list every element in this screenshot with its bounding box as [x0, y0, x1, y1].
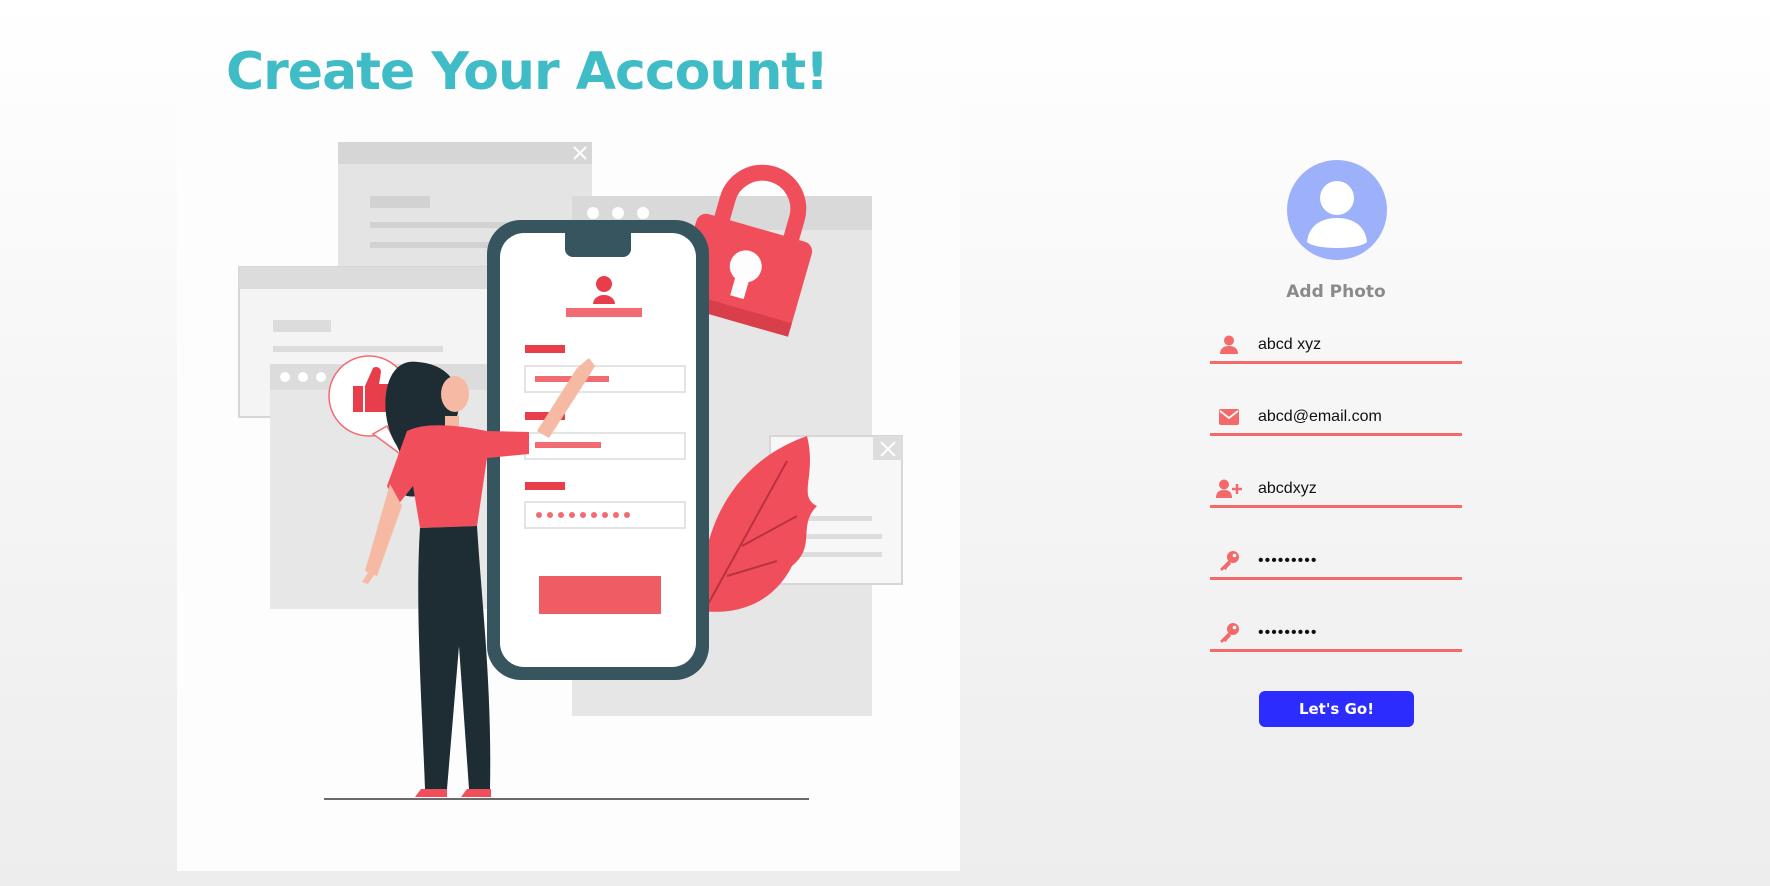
key-icon [1216, 621, 1242, 645]
user-avatar-icon [1307, 181, 1367, 248]
avatar[interactable] [1287, 160, 1387, 260]
password-input[interactable] [1258, 548, 1458, 574]
user-icon [1216, 333, 1242, 357]
signup-illustration [177, 86, 960, 871]
full-name-field [1210, 328, 1462, 364]
envelope-icon [1216, 405, 1242, 429]
add-photo-link[interactable]: Add Photo [1208, 282, 1464, 302]
full-name-input[interactable] [1258, 332, 1458, 358]
submit-button[interactable]: Let's Go! [1259, 691, 1414, 727]
username-field [1210, 472, 1462, 508]
password-field [1210, 544, 1462, 580]
confirm-password-field [1210, 616, 1462, 652]
confirm-password-input[interactable] [1258, 620, 1458, 646]
email-field [1210, 400, 1462, 436]
key-icon [1216, 549, 1242, 573]
page-title: Create Your Account! [226, 42, 829, 102]
email-input[interactable] [1258, 404, 1458, 430]
user-plus-icon [1216, 477, 1242, 501]
username-input[interactable] [1258, 476, 1458, 502]
